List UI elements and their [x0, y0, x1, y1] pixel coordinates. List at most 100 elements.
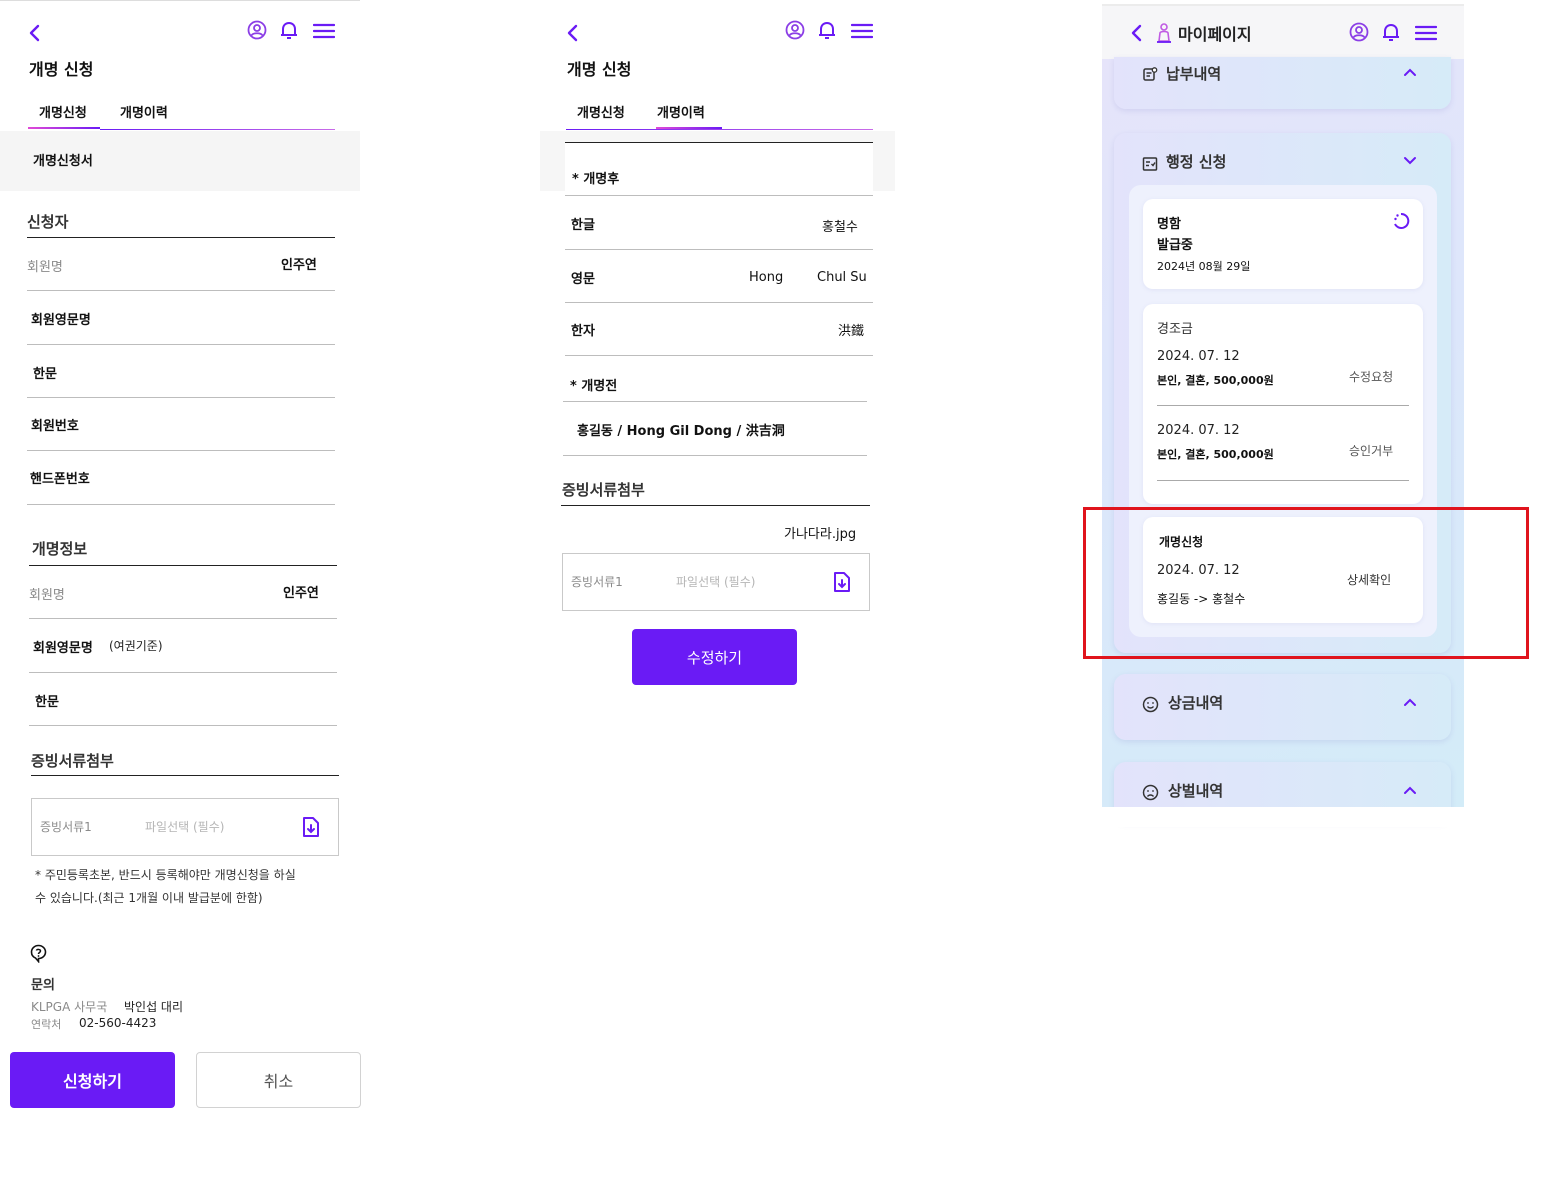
chevron-down-icon[interactable]	[1403, 156, 1417, 166]
row-divider	[563, 401, 867, 402]
mypage-title: 마이페이지	[1178, 25, 1252, 44]
cancel-button[interactable]: 취소	[196, 1052, 361, 1108]
rename-hanja-label: 한문	[35, 695, 59, 710]
section-divider	[27, 237, 335, 238]
section-divider	[561, 505, 870, 506]
row-divider	[29, 725, 337, 726]
section-applicant: 신청자	[27, 213, 69, 231]
business-card-line2: 발급중	[1157, 238, 1193, 253]
rename-english-name-note: (여권기준)	[109, 639, 163, 653]
tab-rename-history[interactable]: 개명이력	[657, 102, 705, 121]
back-arrow-icon[interactable]	[1130, 24, 1144, 42]
row-divider	[563, 455, 867, 456]
applicant-english-name-label: 회원영문명	[31, 313, 91, 328]
condolence-detail-2: 본인, 결혼, 500,000원	[1157, 448, 1274, 461]
prize-history-card[interactable]	[1114, 674, 1451, 740]
bell-icon[interactable]	[818, 21, 836, 40]
applicant-hanja-label: 한문	[33, 367, 57, 382]
file-placeholder[interactable]: 파일선택 (필수)	[676, 573, 755, 590]
bell-icon[interactable]	[280, 21, 298, 40]
inquiry-phone: 02-560-4423	[79, 1016, 157, 1030]
english-first-name: Chul Su	[817, 270, 867, 285]
rename-name-value: 인주연	[283, 586, 319, 601]
row-divider	[27, 290, 335, 291]
business-card-line1: 명함	[1157, 217, 1181, 232]
prize-history-label: 상금내역	[1168, 694, 1224, 712]
row-divider	[27, 397, 335, 398]
inquiry-title: 문의	[31, 978, 55, 993]
payment-history-card[interactable]	[1114, 57, 1451, 109]
row-divider	[1157, 480, 1409, 481]
menu-icon[interactable]	[1415, 25, 1437, 41]
profile-icon[interactable]	[785, 20, 805, 40]
hangul-label: 한글	[571, 218, 595, 233]
viewport-cut	[1102, 807, 1464, 827]
row-divider	[27, 450, 335, 451]
applicant-member-no-label: 회원번호	[31, 419, 79, 434]
file-download-icon[interactable]	[302, 816, 320, 838]
panel1-top-border	[0, 0, 360, 1]
payment-history-label: 납부내역	[1166, 65, 1222, 83]
english-label: 영문	[571, 272, 595, 287]
tab-rename-apply[interactable]: 개명신청	[577, 102, 625, 121]
help-icon	[30, 944, 47, 963]
profile-icon[interactable]	[247, 20, 267, 40]
applicant-name-label: 회원명	[27, 260, 63, 275]
row-divider	[27, 344, 335, 345]
attach-note-line2: 수 있습니다.(최근 1개월 이내 발급분에 한함)	[35, 891, 263, 905]
row-divider	[565, 195, 873, 196]
condolence-date-1: 2024. 07. 12	[1157, 349, 1240, 364]
bell-icon[interactable]	[1382, 23, 1400, 42]
tab-rename-history[interactable]: 개명이력	[120, 102, 168, 121]
condolence-title: 경조금	[1157, 322, 1193, 337]
section-divider	[29, 565, 337, 566]
submit-button[interactable]: 신청하기	[10, 1052, 175, 1108]
edit-button[interactable]: 수정하기	[632, 629, 797, 685]
file-doc-label: 증빙서류1	[571, 575, 623, 589]
row-divider	[27, 504, 335, 505]
attached-file-name[interactable]: 가나다라.jpg	[784, 523, 856, 542]
penalty-history-label: 상벌내역	[1168, 782, 1224, 800]
profile-icon[interactable]	[1349, 22, 1369, 42]
rename-name-label: 회원명	[29, 588, 65, 603]
tab-rename-apply[interactable]: 개명신청	[39, 102, 87, 121]
section-rename-info: 개명정보	[32, 540, 88, 558]
rename-english-name-label: 회원영문명	[33, 641, 93, 656]
form-title: 개명신청서	[33, 154, 93, 169]
smile-icon	[1142, 696, 1159, 713]
inquiry-contact-label: 연락처	[31, 1018, 62, 1031]
english-last-name: Hong	[749, 270, 784, 285]
menu-icon[interactable]	[851, 23, 873, 39]
section-attachment: 증빙서류첨부	[562, 481, 645, 499]
back-arrow-icon[interactable]	[28, 24, 42, 42]
chevron-up-icon[interactable]	[1403, 785, 1417, 795]
section-after-rename: * 개명후	[572, 172, 620, 187]
active-tab-underline	[656, 127, 722, 129]
business-card-date: 2024년 08월 29일	[1157, 260, 1251, 273]
page-title: 개명 신청	[29, 60, 94, 79]
row-divider	[565, 249, 873, 250]
file-placeholder[interactable]: 파일선택 (필수)	[145, 818, 224, 835]
inquiry-person: 박인섭 대리	[124, 1000, 184, 1014]
inquiry-org-label: KLPGA 사무국	[31, 1000, 108, 1014]
loading-icon	[1392, 212, 1410, 230]
row-divider	[29, 672, 337, 673]
file-download-icon[interactable]	[833, 571, 851, 593]
active-tab-underline	[28, 127, 100, 129]
applicant-name-value: 인주연	[281, 258, 317, 273]
row-divider	[565, 355, 873, 356]
condolence-status-1[interactable]: 수정요청	[1349, 368, 1393, 385]
condolence-status-2[interactable]: 승인거부	[1349, 442, 1393, 459]
tab-divider	[100, 129, 335, 130]
chevron-up-icon[interactable]	[1403, 67, 1417, 77]
condolence-date-2: 2024. 07. 12	[1157, 423, 1240, 438]
menu-icon[interactable]	[313, 23, 335, 39]
back-arrow-icon[interactable]	[566, 24, 580, 42]
hangul-value: 홍철수	[822, 220, 858, 235]
row-divider	[1157, 405, 1409, 406]
attach-note-line1: * 주민등록초본, 반드시 등록해야만 개명신청을 하실	[35, 868, 296, 882]
table-top-border	[565, 142, 873, 143]
section-divider	[31, 775, 339, 776]
chevron-up-icon[interactable]	[1403, 697, 1417, 707]
applicant-phone-label: 핸드폰번호	[30, 472, 90, 487]
